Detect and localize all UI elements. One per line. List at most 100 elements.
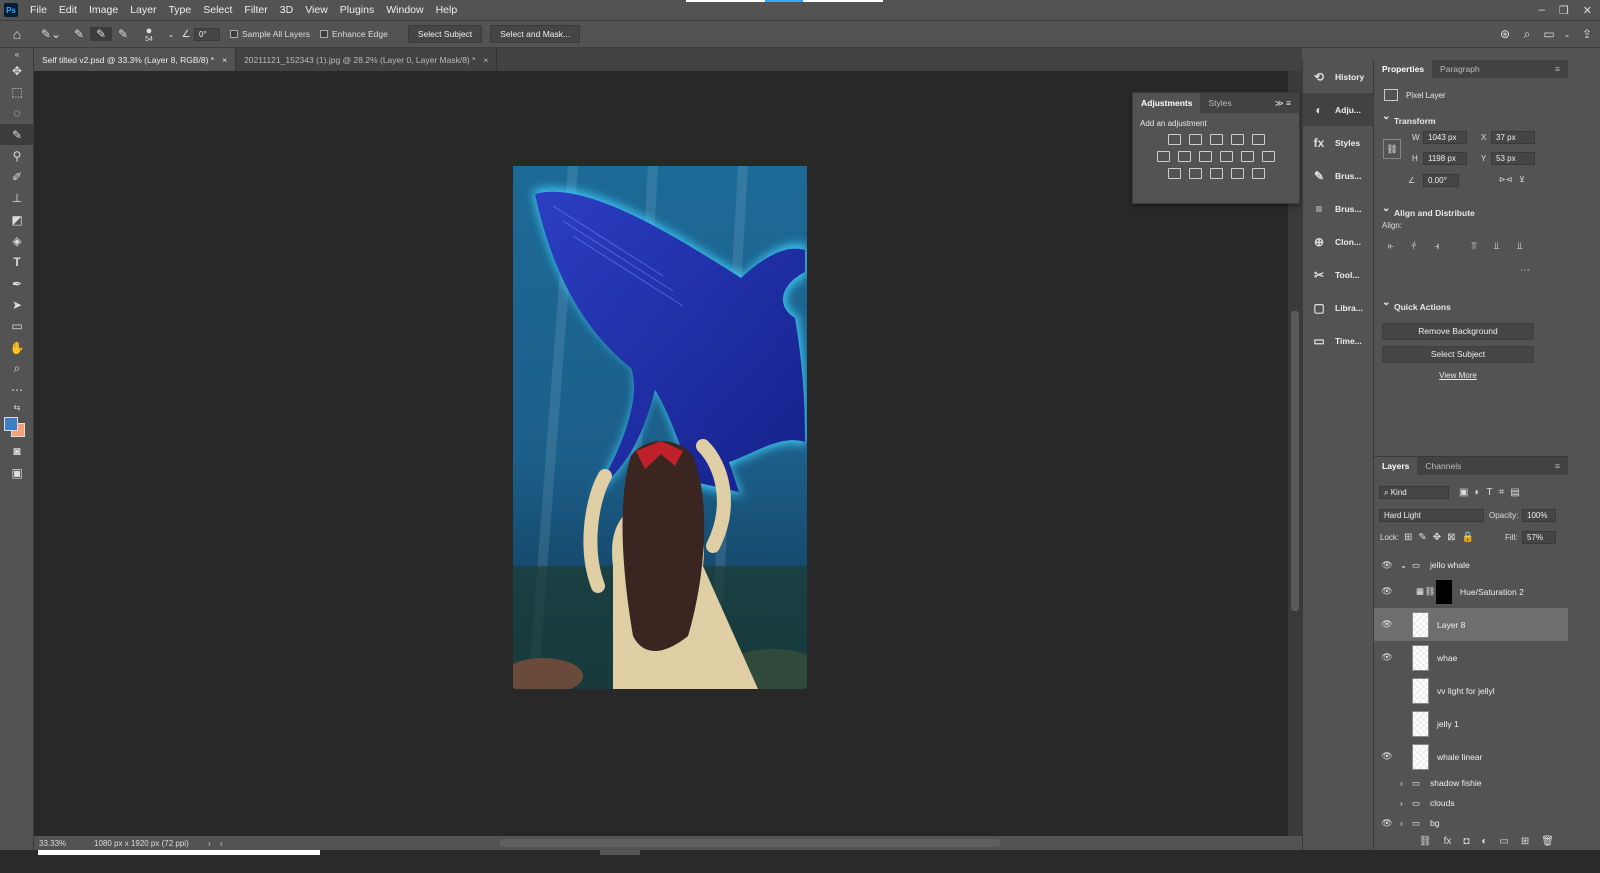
tool-preset-icon[interactable]: ✎⌄ (34, 27, 68, 41)
hand-tool-icon[interactable]: ✋ (0, 337, 34, 358)
remove-background-button[interactable]: Remove Background (1382, 323, 1534, 340)
menu-filter[interactable]: Filter (238, 0, 273, 20)
kind-filter-select[interactable]: ⌕ Kind (1379, 486, 1449, 499)
layer-8[interactable]: 👁 Layer 8 (1374, 608, 1568, 641)
document-image[interactable] (513, 166, 807, 689)
new-adjustment-icon[interactable]: ◐ (1481, 836, 1487, 847)
curves-icon[interactable] (1209, 134, 1223, 145)
black-white-icon[interactable] (1199, 151, 1212, 162)
screen-mode-icon[interactable]: ▣ (0, 462, 34, 483)
tab-paragraph[interactable]: Paragraph (1432, 60, 1488, 78)
visibility-eye-icon[interactable]: 👁 (1374, 751, 1400, 762)
color-lookup-icon[interactable] (1262, 151, 1275, 162)
y-input[interactable]: 53 px (1491, 152, 1535, 165)
dock-brush-settings[interactable]: ≡ Brus... (1303, 192, 1373, 225)
color-balance-icon[interactable] (1178, 151, 1191, 162)
path-selection-tool-icon[interactable]: ➤ (0, 294, 34, 315)
horizontal-scrollbar[interactable] (500, 839, 1000, 847)
align-top-icon[interactable]: ⫪ (1471, 241, 1477, 252)
gradient-map-icon[interactable] (1251, 168, 1265, 179)
more-tools-icon[interactable]: ⋯ (0, 379, 34, 400)
view-more-link[interactable]: View More (1374, 371, 1542, 380)
chevron-right-icon[interactable]: › (1400, 778, 1412, 788)
share-icon[interactable]: ⇪ (1574, 27, 1600, 41)
visibility-eye-icon[interactable]: 👁 (1374, 619, 1400, 630)
levels-icon[interactable] (1188, 134, 1202, 145)
workspace-icon[interactable]: ▭ (1538, 27, 1560, 41)
blend-mode-select[interactable]: Hard Light (1379, 509, 1484, 522)
new-layer-icon[interactable]: ⊞ (1521, 836, 1529, 847)
visibility-eye-icon[interactable]: 👁 (1374, 652, 1400, 663)
chevron-right-icon[interactable]: › (208, 839, 220, 848)
menu-edit[interactable]: Edit (53, 0, 83, 20)
dock-history[interactable]: ⟲ History (1303, 60, 1373, 93)
filter-type-icons[interactable]: ▣◐T⌗▤ (1459, 487, 1526, 498)
layer-bg[interactable]: 👁 › ▭ bg (1374, 813, 1568, 833)
dock-clone-source[interactable]: ⊕ Clon... (1303, 225, 1373, 258)
menu-layer[interactable]: Layer (124, 0, 162, 20)
foreground-color-swatch[interactable] (4, 416, 18, 431)
paint-bucket-tool-icon[interactable]: ◈ (0, 230, 34, 251)
dock-timeline[interactable]: ▭ Time... (1303, 324, 1373, 357)
stamp-tool-icon[interactable]: ⊥ (0, 188, 34, 209)
tab-styles[interactable]: Styles (1200, 93, 1239, 113)
layer-whae[interactable]: 👁 whae (1374, 641, 1568, 674)
rectangle-tool-icon[interactable]: ▭ (0, 316, 34, 337)
minimize-icon[interactable]: – (1539, 4, 1545, 16)
tab-self-tilted[interactable]: Self tilted v2.psd @ 33.3% (Layer 8, RGB… (34, 48, 237, 71)
delete-layer-icon[interactable]: 🗑 (1541, 836, 1554, 847)
zoom-tool-icon[interactable]: ⌕ (0, 358, 34, 379)
tab-20211121[interactable]: 20211121_152343 (1).jpg @ 28.2% (Layer 0… (236, 48, 498, 71)
chevron-down-icon[interactable]: ⌄ (1400, 560, 1412, 571)
align-bottom-icon[interactable]: ⫫ (1517, 241, 1523, 252)
add-mask-icon[interactable]: ◘ (1463, 836, 1469, 847)
fill-input[interactable]: 57% (1522, 531, 1556, 544)
search-icon[interactable]: ⌕ (1516, 27, 1538, 42)
panel-menu-icon[interactable]: ≡ (1547, 60, 1568, 78)
brush-tool-icon[interactable]: ✐ (0, 166, 34, 187)
select-subject-button[interactable]: Select Subject (407, 25, 483, 43)
more-options-icon[interactable]: ⋯ (1520, 265, 1530, 276)
chevron-left-icon[interactable]: ‹ (220, 839, 232, 848)
menu-type[interactable]: Type (162, 0, 197, 20)
fx-icon[interactable]: fx (1444, 836, 1452, 847)
align-distribute-header[interactable]: Align and Distribute (1374, 201, 1568, 221)
link-layers-icon[interactable]: ⛓ (1419, 836, 1432, 847)
chevron-down-icon[interactable]: ⌄ (1560, 30, 1574, 39)
link-icon[interactable]: ⛓ (1383, 139, 1401, 159)
vibrance-icon[interactable] (1251, 134, 1265, 145)
menu-select[interactable]: Select (197, 0, 238, 20)
layer-jello-whale[interactable]: 👁 ⌄ ▭ jello whale (1374, 555, 1568, 575)
new-group-icon[interactable]: ▭ (1499, 836, 1508, 847)
enhance-edge-checkbox[interactable]: Enhance Edge (320, 29, 388, 39)
photo-filter-icon[interactable] (1220, 151, 1233, 162)
opacity-input[interactable]: 100% (1522, 509, 1556, 522)
visibility-eye-icon[interactable]: 👁 (1374, 560, 1400, 571)
menu-3d[interactable]: 3D (274, 0, 299, 20)
dock-brushes[interactable]: ✎ Brus... (1303, 159, 1373, 192)
lock-icons[interactable]: ⊞✎✥⊠🔒 (1404, 532, 1480, 543)
layer-jelly-1[interactable]: jelly 1 (1374, 707, 1568, 740)
x-input[interactable]: 37 px (1491, 131, 1535, 144)
chevron-right-icon[interactable]: › (1400, 798, 1412, 808)
scroll-thumb[interactable] (1291, 311, 1299, 611)
layer-vv-light-for-jellyl[interactable]: vv light for jellyl (1374, 674, 1568, 707)
close-icon[interactable]: × (222, 55, 227, 65)
tab-channels[interactable]: Channels (1417, 457, 1469, 475)
restore-icon[interactable]: ❐ (1559, 4, 1569, 17)
transform-header[interactable]: Transform (1374, 109, 1568, 129)
menu-plugins[interactable]: Plugins (334, 0, 380, 20)
tab-layers[interactable]: Layers (1374, 457, 1418, 475)
dock-adjustments[interactable]: ◐ Adju... (1303, 93, 1373, 126)
menu-window[interactable]: Window (380, 0, 429, 20)
layer-shadow-fishie[interactable]: › ▭ shadow fishie (1374, 773, 1568, 793)
home-icon[interactable]: ⌂ (0, 26, 34, 42)
menu-help[interactable]: Help (430, 0, 464, 20)
layer-whale-linear[interactable]: 👁 whale linear (1374, 740, 1568, 773)
menu-view[interactable]: View (299, 0, 334, 20)
visibility-eye-icon[interactable]: 👁 (1374, 818, 1400, 829)
layer-hue-saturation-2[interactable]: 👁 ▦ ⛓ Hue/Saturation 2 (1374, 575, 1568, 608)
selective-color-icon[interactable] (1230, 168, 1244, 179)
type-tool-icon[interactable]: T (0, 252, 34, 273)
quick-mask-icon[interactable]: ◙ (0, 441, 34, 462)
